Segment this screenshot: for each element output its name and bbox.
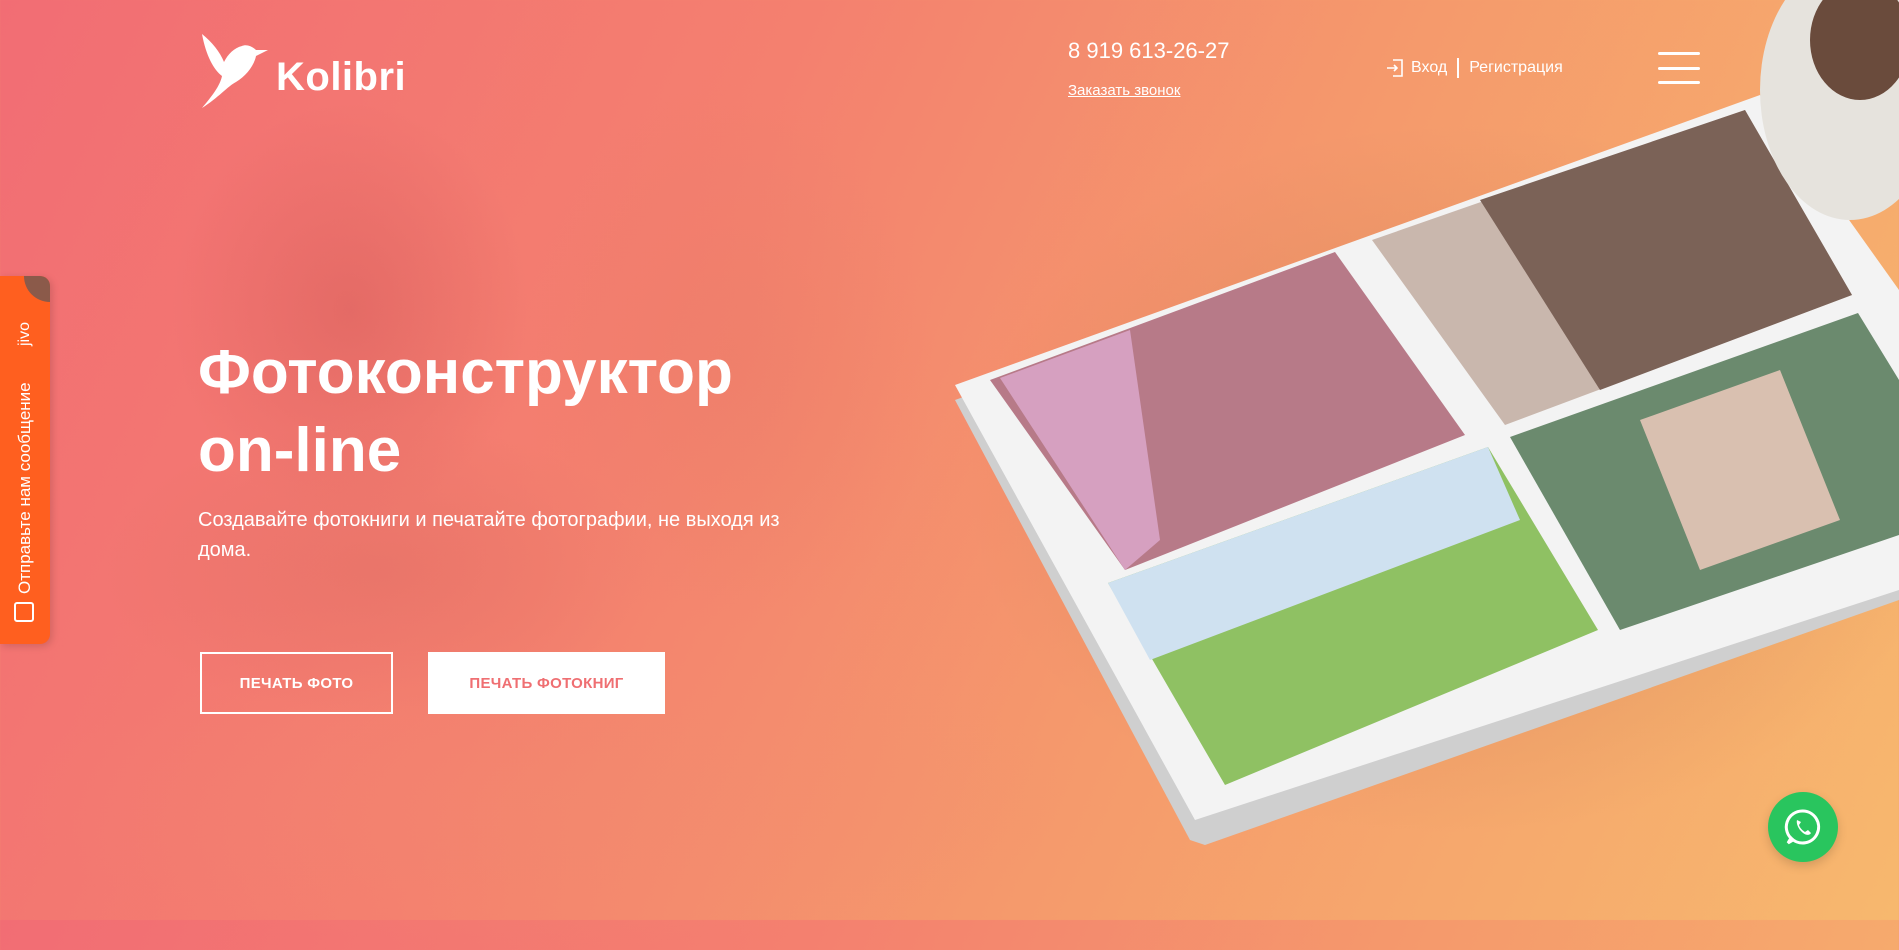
jivo-logo: jivo (16, 321, 33, 346)
hamburger-line (1658, 52, 1700, 55)
login-arrow-icon (1387, 59, 1403, 77)
logo-text: Kolibri (276, 54, 407, 99)
print-photo-button[interactable]: ПЕЧАТЬ ФОТО (200, 652, 393, 714)
chat-tab-corner (24, 276, 50, 302)
print-photobook-button[interactable]: ПЕЧАТЬ ФОТОКНИГ (428, 652, 665, 714)
chat-widget-tab[interactable]: jivo Отправьте нам сообщение (0, 276, 50, 644)
whatsapp-button[interactable] (1768, 792, 1838, 862)
hero-title: Фотоконструктор on-line (198, 334, 733, 490)
hamburger-icon[interactable] (1658, 52, 1700, 84)
hamburger-line (1658, 66, 1700, 70)
hero-title-line2: on-line (198, 416, 402, 485)
auth-divider (1457, 58, 1460, 78)
login-link[interactable]: Вход (1411, 59, 1447, 77)
hummingbird-icon (202, 34, 268, 108)
hero-subtitle: Создавайте фотокниги и печатайте фотогра… (198, 509, 780, 561)
hero-title-line1: Фотоконструктор (198, 338, 733, 407)
register-link[interactable]: Регистрация (1469, 59, 1563, 77)
logo[interactable]: Kolibri (198, 28, 406, 110)
hamburger-line (1658, 81, 1700, 84)
chat-icon (14, 602, 34, 622)
phone-number[interactable]: 8 919 613-26-27 (1068, 38, 1229, 64)
chat-tab-label: Отправьте нам сообщение (15, 382, 34, 594)
callback-link[interactable]: Заказать звонок (1068, 82, 1180, 99)
whatsapp-icon (1784, 809, 1821, 845)
auth-links: Вход Регистрация (1385, 58, 1563, 78)
